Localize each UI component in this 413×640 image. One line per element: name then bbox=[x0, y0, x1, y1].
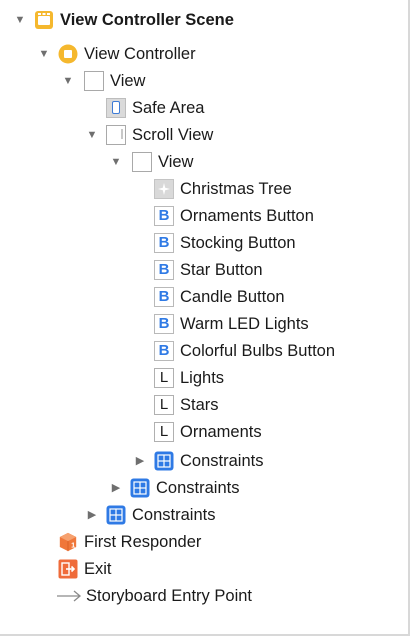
tree-row-button[interactable]: B Warm LED Lights bbox=[154, 310, 408, 337]
exit-label: Exit bbox=[84, 559, 112, 578]
tree-row-root-view[interactable]: ▼ View bbox=[60, 67, 408, 94]
entry-point-label: Storyboard Entry Point bbox=[86, 586, 252, 605]
scene-label: View Controller Scene bbox=[60, 10, 234, 29]
tree-row-constraints[interactable]: ▶ Constraints bbox=[132, 447, 408, 474]
constraints-icon bbox=[106, 505, 126, 525]
item-label: Christmas Tree bbox=[180, 179, 292, 198]
tree-row-label[interactable]: L Ornaments bbox=[154, 418, 408, 445]
item-label: Colorful Bulbs Button bbox=[180, 341, 336, 360]
tree-row-button[interactable]: B Star Button bbox=[154, 256, 408, 283]
item-label: Candle Button bbox=[180, 287, 285, 306]
button-icon: B bbox=[154, 286, 174, 307]
button-icon: B bbox=[154, 259, 174, 280]
item-label: Star Button bbox=[180, 260, 263, 279]
view-icon bbox=[132, 151, 152, 172]
button-icon: B bbox=[154, 340, 174, 361]
label-icon: L bbox=[154, 394, 174, 415]
tree-row-constraints[interactable]: ▶ Constraints bbox=[84, 501, 408, 528]
tree-row-constraints[interactable]: ▶ Constraints bbox=[108, 474, 408, 501]
tree-row-scene[interactable]: ▼ View Controller Scene bbox=[12, 6, 408, 33]
arrow-right-icon bbox=[56, 586, 82, 606]
item-label: Ornaments Button bbox=[180, 206, 314, 225]
disclosure-collapsed-icon[interactable]: ▶ bbox=[108, 480, 124, 496]
tree-row-scroll-view[interactable]: ▼ Scroll View bbox=[84, 121, 408, 148]
scroll-view-label: Scroll View bbox=[132, 125, 214, 144]
svg-text:1: 1 bbox=[71, 540, 75, 549]
item-label: Stars bbox=[180, 395, 219, 414]
tree-row-first-responder[interactable]: 1 First Responder bbox=[58, 528, 408, 555]
disclosure-expanded-icon[interactable]: ▼ bbox=[84, 127, 100, 143]
disclosure-expanded-icon[interactable]: ▼ bbox=[108, 154, 124, 170]
item-label: Stocking Button bbox=[180, 233, 296, 252]
item-label: Lights bbox=[180, 368, 225, 387]
root-view-label: View bbox=[110, 71, 146, 90]
tree-row-safe-area[interactable]: Safe Area bbox=[106, 94, 408, 121]
storyboard-scene-icon bbox=[34, 10, 54, 30]
disclosure-expanded-icon[interactable]: ▼ bbox=[36, 46, 52, 62]
tree-row-button[interactable]: B Stocking Button bbox=[154, 229, 408, 256]
exit-icon bbox=[58, 559, 78, 579]
tree-row-button[interactable]: B Candle Button bbox=[154, 283, 408, 310]
document-outline: ▼ View Controller Scene ▼ View Controlle… bbox=[0, 0, 410, 636]
view-controller-label: View Controller bbox=[84, 44, 196, 63]
disclosure-collapsed-icon[interactable]: ▶ bbox=[132, 453, 148, 469]
tree-row-image-view[interactable]: Christmas Tree bbox=[154, 175, 408, 202]
constraints-icon bbox=[154, 451, 174, 471]
constraints-label: Constraints bbox=[132, 505, 216, 524]
button-icon: B bbox=[154, 232, 174, 253]
item-label: Ornaments bbox=[180, 422, 262, 441]
tree-row-label[interactable]: L Lights bbox=[154, 364, 408, 391]
constraints-label: Constraints bbox=[180, 451, 264, 470]
button-icon: B bbox=[154, 205, 174, 226]
label-icon: L bbox=[154, 367, 174, 388]
scroll-view-icon bbox=[106, 124, 126, 145]
first-responder-icon: 1 bbox=[58, 532, 78, 552]
constraints-icon bbox=[130, 478, 150, 498]
tree-row-button[interactable]: B Ornaments Button bbox=[154, 202, 408, 229]
view-icon bbox=[84, 70, 104, 91]
disclosure-expanded-icon[interactable]: ▼ bbox=[60, 73, 76, 89]
tree-row-exit[interactable]: Exit bbox=[58, 555, 408, 582]
tree-row-button[interactable]: B Colorful Bulbs Button bbox=[154, 337, 408, 364]
safe-area-icon bbox=[106, 97, 126, 118]
item-label: Warm LED Lights bbox=[180, 314, 309, 333]
disclosure-collapsed-icon[interactable]: ▶ bbox=[84, 507, 100, 523]
safe-area-label: Safe Area bbox=[132, 98, 205, 117]
tree-row-entry-point[interactable]: Storyboard Entry Point bbox=[56, 582, 408, 609]
tree-row-content-view[interactable]: ▼ View bbox=[108, 148, 408, 175]
content-view-label: View bbox=[158, 152, 194, 171]
view-controller-icon bbox=[58, 44, 78, 64]
tree-row-label[interactable]: L Stars bbox=[154, 391, 408, 418]
disclosure-expanded-icon[interactable]: ▼ bbox=[12, 12, 28, 28]
button-icon: B bbox=[154, 313, 174, 334]
image-view-icon bbox=[154, 178, 174, 199]
constraints-label: Constraints bbox=[156, 478, 240, 497]
label-icon: L bbox=[154, 421, 174, 442]
first-responder-label: First Responder bbox=[84, 532, 202, 551]
tree-row-view-controller[interactable]: ▼ View Controller bbox=[36, 40, 408, 67]
